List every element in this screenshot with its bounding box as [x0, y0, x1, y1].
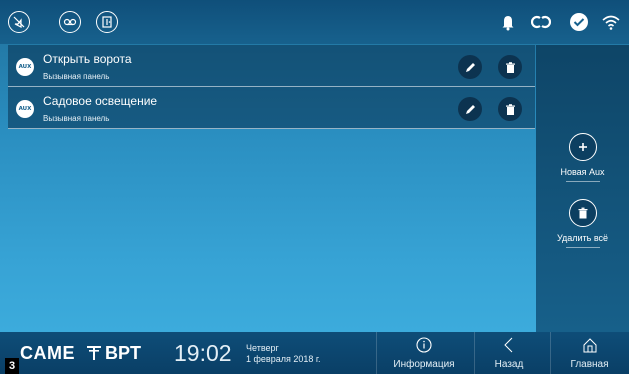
item-title: Открыть ворота [43, 52, 132, 66]
brand-logo-icon [87, 346, 101, 360]
plus-icon [579, 143, 587, 151]
delete-all-label: Удалить всё [556, 233, 609, 243]
edit-button[interactable] [458, 55, 482, 79]
item-title: Садовое освещение [43, 94, 158, 108]
home-button[interactable]: Главная [550, 332, 629, 374]
info-label: Информация [393, 359, 455, 370]
delete-button[interactable] [498, 97, 522, 121]
bell-icon[interactable] [497, 11, 519, 33]
brand-bpt: BPT [105, 343, 141, 363]
info-button[interactable]: Информация [362, 332, 486, 374]
aux-icon: AUX [16, 58, 34, 76]
new-aux-label: Новая Aux [560, 167, 605, 177]
page-number: 3 [5, 358, 19, 374]
trash-icon [505, 61, 515, 73]
wifi-icon[interactable] [600, 11, 622, 33]
side-panel: Новая Aux Удалить всё [536, 45, 629, 332]
trash-icon [578, 207, 588, 219]
pencil-icon [465, 104, 475, 114]
clock-day: Четверг [246, 343, 279, 353]
list-item[interactable]: AUX Открыть ворота Вызывная панель [8, 45, 535, 87]
clock-time: 19:02 [174, 340, 232, 366]
bottom-bar: CAME BPT 19:02 Четверг 1 февраля 2018 г.… [0, 332, 629, 374]
screen: AUX Открыть ворота Вызывная панель AUX С… [0, 0, 629, 374]
trash-icon [505, 103, 515, 115]
delete-all-button[interactable] [569, 199, 597, 227]
aux-list: AUX Открыть ворота Вызывная панель AUX С… [8, 45, 535, 129]
divider [566, 181, 600, 182]
pencil-icon [465, 62, 475, 72]
item-subtitle: Вызывная панель [43, 114, 110, 123]
new-aux-button[interactable] [569, 133, 597, 161]
top-bar [0, 0, 629, 44]
aux-icon: AUX [16, 100, 34, 118]
edit-button[interactable] [458, 97, 482, 121]
back-button[interactable]: Назад [474, 332, 544, 374]
no-sound-icon[interactable] [8, 11, 30, 33]
clock-date: 1 февраля 2018 г. [246, 354, 321, 364]
check-icon[interactable] [568, 11, 590, 33]
delete-button[interactable] [498, 55, 522, 79]
item-subtitle: Вызывная панель [43, 72, 110, 81]
divider [566, 247, 600, 248]
door-status-icon[interactable] [96, 11, 118, 33]
link-icon[interactable] [530, 11, 552, 33]
home-label: Главная [570, 359, 609, 370]
home-icon [583, 338, 596, 353]
info-icon [416, 337, 432, 353]
chevron-left-icon [504, 337, 513, 353]
back-label: Назад [494, 359, 524, 370]
list-item[interactable]: AUX Садовое освещение Вызывная панель [8, 87, 535, 129]
voicemail-icon[interactable] [59, 11, 81, 33]
brand-came: CAME [20, 343, 75, 363]
